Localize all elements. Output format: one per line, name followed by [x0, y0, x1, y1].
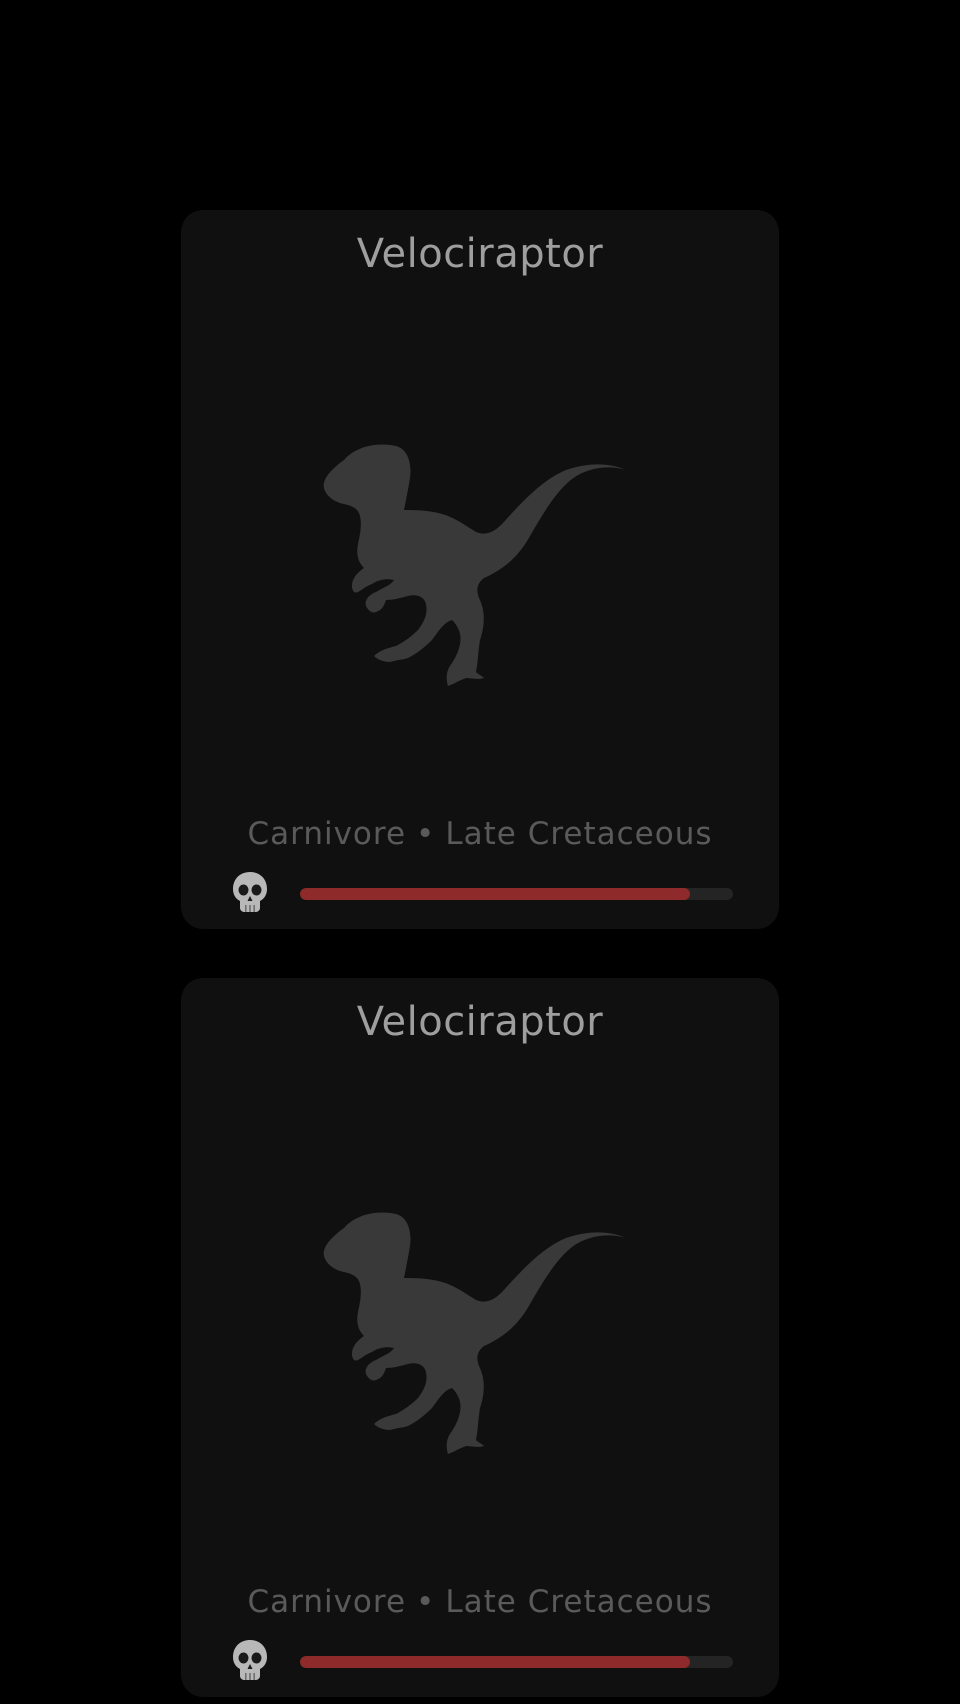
card-meta: Carnivore • Late Cretaceous	[181, 1582, 779, 1622]
meta-separator: •	[416, 1584, 436, 1620]
skull-icon	[231, 870, 269, 914]
dinosaur-card[interactable]: Velociraptor Carnivore • Late Cretaceous	[181, 978, 779, 1697]
diet-label: Carnivore	[247, 816, 407, 852]
card-meta: Carnivore • Late Cretaceous	[181, 814, 779, 854]
dinosaur-card[interactable]: Velociraptor Carnivore • Late Cretaceous	[181, 210, 779, 929]
velociraptor-silhouette-icon	[316, 440, 656, 702]
period-label: Late Cretaceous	[445, 1584, 713, 1620]
velociraptor-silhouette-icon	[316, 1208, 656, 1470]
danger-bar-track	[300, 888, 733, 900]
period-label: Late Cretaceous	[445, 816, 713, 852]
card-title: Velociraptor	[356, 231, 604, 277]
skull-icon	[231, 1638, 269, 1682]
danger-bar-track	[300, 1656, 733, 1668]
diet-label: Carnivore	[247, 1584, 407, 1620]
danger-bar-fill	[300, 1656, 690, 1668]
danger-meter	[231, 870, 733, 912]
danger-bar-fill	[300, 888, 690, 900]
danger-meter	[231, 1638, 733, 1680]
meta-separator: •	[416, 816, 436, 852]
card-title: Velociraptor	[356, 999, 604, 1045]
